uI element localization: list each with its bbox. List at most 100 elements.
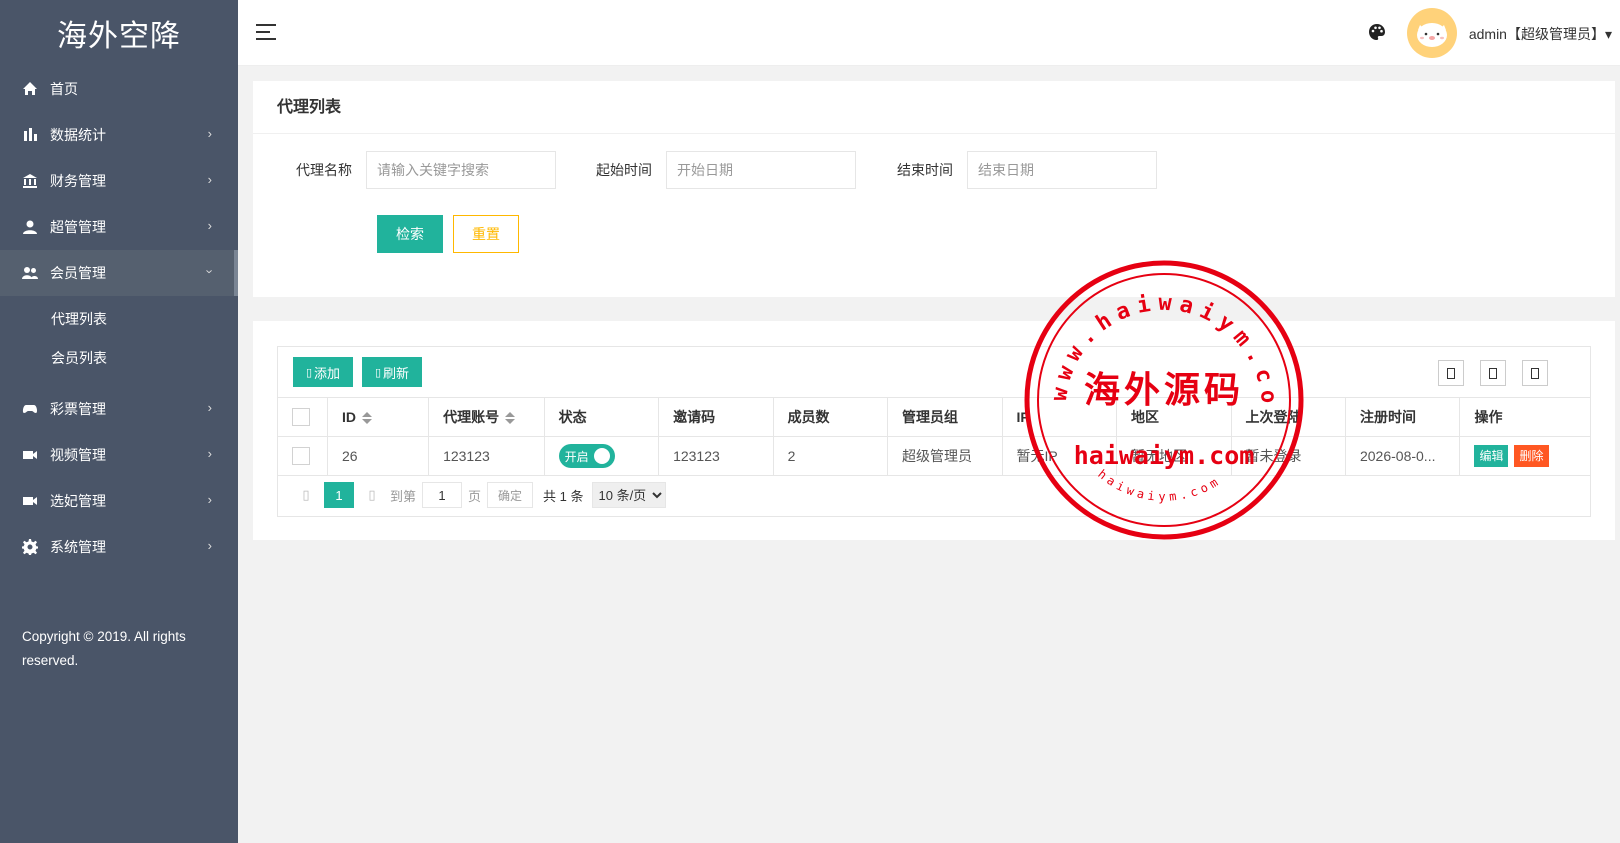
avatar[interactable] [1407, 8, 1457, 58]
sidebar-item-label: 数据统计 [50, 127, 106, 143]
refresh-button-label: 刷新 [383, 365, 410, 381]
agent-name-field-row: 代理名称 [296, 151, 556, 189]
sidebar-item-finance[interactable]: 财务管理 › [0, 158, 238, 204]
table-row: 26 123123 开启 123123 2 超级管理员 暂无IP 暂无地区 暂未… [278, 436, 1590, 476]
add-button[interactable]: ▯ 添加 [293, 357, 353, 387]
sidebar-item-label: 系统管理 [50, 539, 106, 555]
chevron-right-icon: › [207, 172, 212, 187]
search-button[interactable]: 检索 [377, 215, 443, 253]
sidebar-item-label: 超管管理 [50, 219, 106, 235]
menu-toggle-icon[interactable] [256, 24, 276, 41]
watermark-stamp: www.haiwaiym.com 海外源码 haiwaiym.com haiwa… [1022, 258, 1304, 540]
column-header-label: ID [342, 409, 356, 425]
stamp-bottom-text: haiwaiym.com [1095, 467, 1223, 504]
table-header-row: ID 代理账号 状态 邀请码 成员数 管理员组 IP 地区 上次登陆 注册时间 … [278, 397, 1590, 437]
column-header-members: 成员数 [773, 397, 889, 437]
refresh-button[interactable]: ▯ 刷新 [362, 357, 422, 387]
brand-logo: 海外空降 [57, 19, 181, 54]
delete-button[interactable]: 删除 [1514, 445, 1549, 467]
table-panel: ▯ 添加 ▯ 刷新 ID 代理账号 状态 邀请码 成员数 管理员组 IP 地区 … [253, 321, 1615, 540]
column-header-actions: 操作 [1459, 397, 1590, 437]
chevron-right-icon: › [207, 400, 212, 415]
select-all-header [278, 397, 328, 437]
user-menu[interactable]: admin【超级管理员】▾ [1469, 24, 1612, 44]
goto-confirm-button[interactable]: 确定 [487, 482, 534, 508]
submenu-members: 代理列表 会员列表 [0, 296, 238, 386]
select-all-checkbox[interactable] [292, 408, 310, 427]
page-size-select[interactable]: 10 条/页 [591, 482, 666, 508]
current-page-button[interactable]: 1 [324, 482, 354, 508]
sidebar-item-label: 财务管理 [50, 173, 106, 189]
data-table-container: ▯ 添加 ▯ 刷新 ID 代理账号 状态 邀请码 成员数 管理员组 IP 地区 … [277, 346, 1591, 517]
sort-icon[interactable] [505, 412, 516, 425]
pagination: ▯ 1 ▯ 到第 页 确定 共 1 条 10 条/页 [294, 482, 666, 508]
gamepad-icon [20, 401, 40, 417]
cell-invite-code: 123123 [658, 436, 774, 476]
cell-account: 123123 [428, 436, 545, 476]
status-toggle[interactable]: 开启 [558, 444, 615, 468]
reset-button[interactable]: 重置 [453, 215, 519, 253]
column-header-id[interactable]: ID [327, 397, 430, 437]
refresh-icon: ▯ [374, 366, 382, 379]
sidebar: 海外空降 首页 数据统计 › 财务管理 › 超管管理 › 会员管理 › 代理列表… [0, 0, 238, 843]
total-count: 共 1 条 [543, 488, 584, 504]
column-header-status: 状态 [544, 397, 660, 437]
submenu-item-agent-list[interactable]: 代理列表 [0, 300, 238, 339]
filter-columns-icon[interactable] [1438, 360, 1464, 386]
sidebar-item-system[interactable]: 系统管理 › [0, 524, 238, 570]
video-icon [20, 447, 40, 463]
sidebar-item-admin[interactable]: 超管管理 › [0, 204, 238, 250]
sort-icon[interactable] [362, 412, 372, 425]
agent-name-input[interactable] [366, 151, 556, 189]
sidebar-item-home[interactable]: 首页 [0, 66, 238, 112]
chevron-right-icon: › [207, 446, 212, 461]
edit-button[interactable]: 编辑 [1474, 445, 1509, 467]
sidebar-item-concubine[interactable]: 选妃管理 › [0, 478, 238, 524]
submenu-item-member-list[interactable]: 会员列表 [0, 339, 238, 378]
cell-registered: 2026-08-0... [1345, 436, 1461, 476]
stamp-center-text: 海外源码 [1084, 369, 1244, 411]
sidebar-item-members[interactable]: 会员管理 › [0, 250, 238, 296]
row-checkbox[interactable] [292, 447, 310, 466]
column-header-label: 代理账号 [443, 409, 500, 425]
sidebar-item-label: 视频管理 [50, 447, 106, 463]
prev-page-icon[interactable]: ▯ [294, 487, 318, 503]
cell-members: 2 [773, 436, 889, 476]
sidebar-item-label: 首页 [50, 81, 78, 97]
top-header: admin【超级管理员】▾ [238, 0, 1620, 66]
gear-icon [20, 539, 40, 555]
cell-id: 26 [327, 436, 430, 476]
add-icon: ▯ [305, 366, 313, 379]
video-icon [20, 493, 40, 509]
next-page-icon[interactable]: ▯ [360, 487, 384, 503]
cell-status: 开启 [544, 436, 660, 476]
sidebar-item-label: 彩票管理 [50, 401, 106, 417]
print-icon[interactable] [1522, 360, 1548, 386]
cell-admin-group: 超级管理员 [887, 436, 1003, 476]
page-title: 代理列表 [253, 81, 1615, 134]
start-date-input[interactable] [666, 151, 856, 189]
column-header-account[interactable]: 代理账号 [428, 397, 545, 437]
column-header-admin-group: 管理员组 [887, 397, 1003, 437]
end-date-field-row: 结束时间 [897, 151, 1157, 189]
end-date-input[interactable] [967, 151, 1157, 189]
goto-page-input[interactable] [422, 482, 463, 508]
chevron-right-icon: › [207, 126, 212, 141]
goto-label: 到第 [390, 488, 417, 504]
chevron-right-icon: › [207, 492, 212, 507]
palette-icon[interactable] [1368, 23, 1386, 41]
start-date-field-row: 起始时间 [596, 151, 856, 189]
home-icon [20, 81, 40, 97]
sidebar-item-lottery[interactable]: 彩票管理 › [0, 386, 238, 432]
user-icon [20, 219, 40, 235]
page-unit-label: 页 [468, 488, 482, 504]
sidebar-item-statistics[interactable]: 数据统计 › [0, 112, 238, 158]
copyright-text: Copyright © 2019. All rights reserved. [22, 629, 186, 668]
add-button-label: 添加 [314, 365, 341, 381]
export-icon[interactable] [1480, 360, 1506, 386]
sidebar-item-label: 会员管理 [50, 265, 106, 281]
sidebar-item-label: 选妃管理 [50, 493, 106, 509]
sidebar-item-video[interactable]: 视频管理 › [0, 432, 238, 478]
start-date-label: 起始时间 [596, 162, 652, 178]
agent-table: ID 代理账号 状态 邀请码 成员数 管理员组 IP 地区 上次登陆 注册时间 … [278, 397, 1590, 476]
